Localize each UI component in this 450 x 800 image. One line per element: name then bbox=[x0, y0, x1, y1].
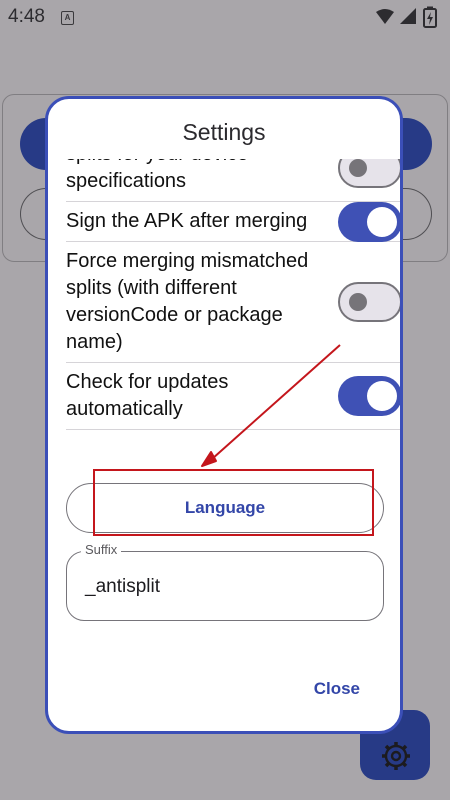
toggle-knob bbox=[367, 381, 397, 411]
status-time: 4:48 bbox=[8, 6, 45, 27]
setting-label: Check for updates automatically bbox=[66, 371, 229, 420]
setting-row-device-splits[interactable]: splits for your device specifications bbox=[66, 159, 400, 202]
setting-row-sign-apk[interactable]: Sign the APK after merging bbox=[66, 201, 400, 242]
notification-badge: A bbox=[61, 11, 74, 25]
gear-icon bbox=[382, 742, 410, 770]
suffix-field[interactable]: Suffix _antisplit bbox=[66, 542, 384, 621]
device-splits-toggle[interactable] bbox=[338, 159, 400, 188]
toggle-knob bbox=[349, 293, 367, 311]
suffix-label: Suffix bbox=[81, 542, 122, 557]
setting-label: Force merging mismatched splits (with di… bbox=[66, 250, 309, 353]
battery-charging-icon bbox=[423, 6, 437, 28]
setting-row-check-updates[interactable]: Check for updates automatically bbox=[66, 363, 400, 430]
annotation-highlight-box bbox=[93, 469, 374, 536]
close-button[interactable]: Close bbox=[314, 679, 360, 699]
toggle-knob bbox=[367, 206, 397, 237]
sign-apk-toggle[interactable] bbox=[338, 201, 400, 242]
settings-dialog: Settings splits for your device specific… bbox=[45, 96, 403, 734]
signal-icon bbox=[400, 8, 416, 24]
force-merging-toggle[interactable] bbox=[338, 282, 400, 322]
status-icons bbox=[376, 6, 437, 28]
wifi-icon bbox=[376, 9, 394, 24]
toggle-knob bbox=[349, 159, 367, 177]
setting-label: Sign the APK after merging bbox=[66, 210, 308, 232]
suffix-input[interactable]: _antisplit bbox=[85, 576, 160, 598]
check-updates-toggle[interactable] bbox=[338, 376, 400, 416]
status-bar: 4:48 A bbox=[0, 0, 450, 36]
setting-label: splits for your device specifications bbox=[66, 159, 248, 192]
dialog-title: Settings bbox=[182, 119, 266, 145]
setting-row-force-merging[interactable]: Force merging mismatched splits (with di… bbox=[66, 242, 400, 363]
